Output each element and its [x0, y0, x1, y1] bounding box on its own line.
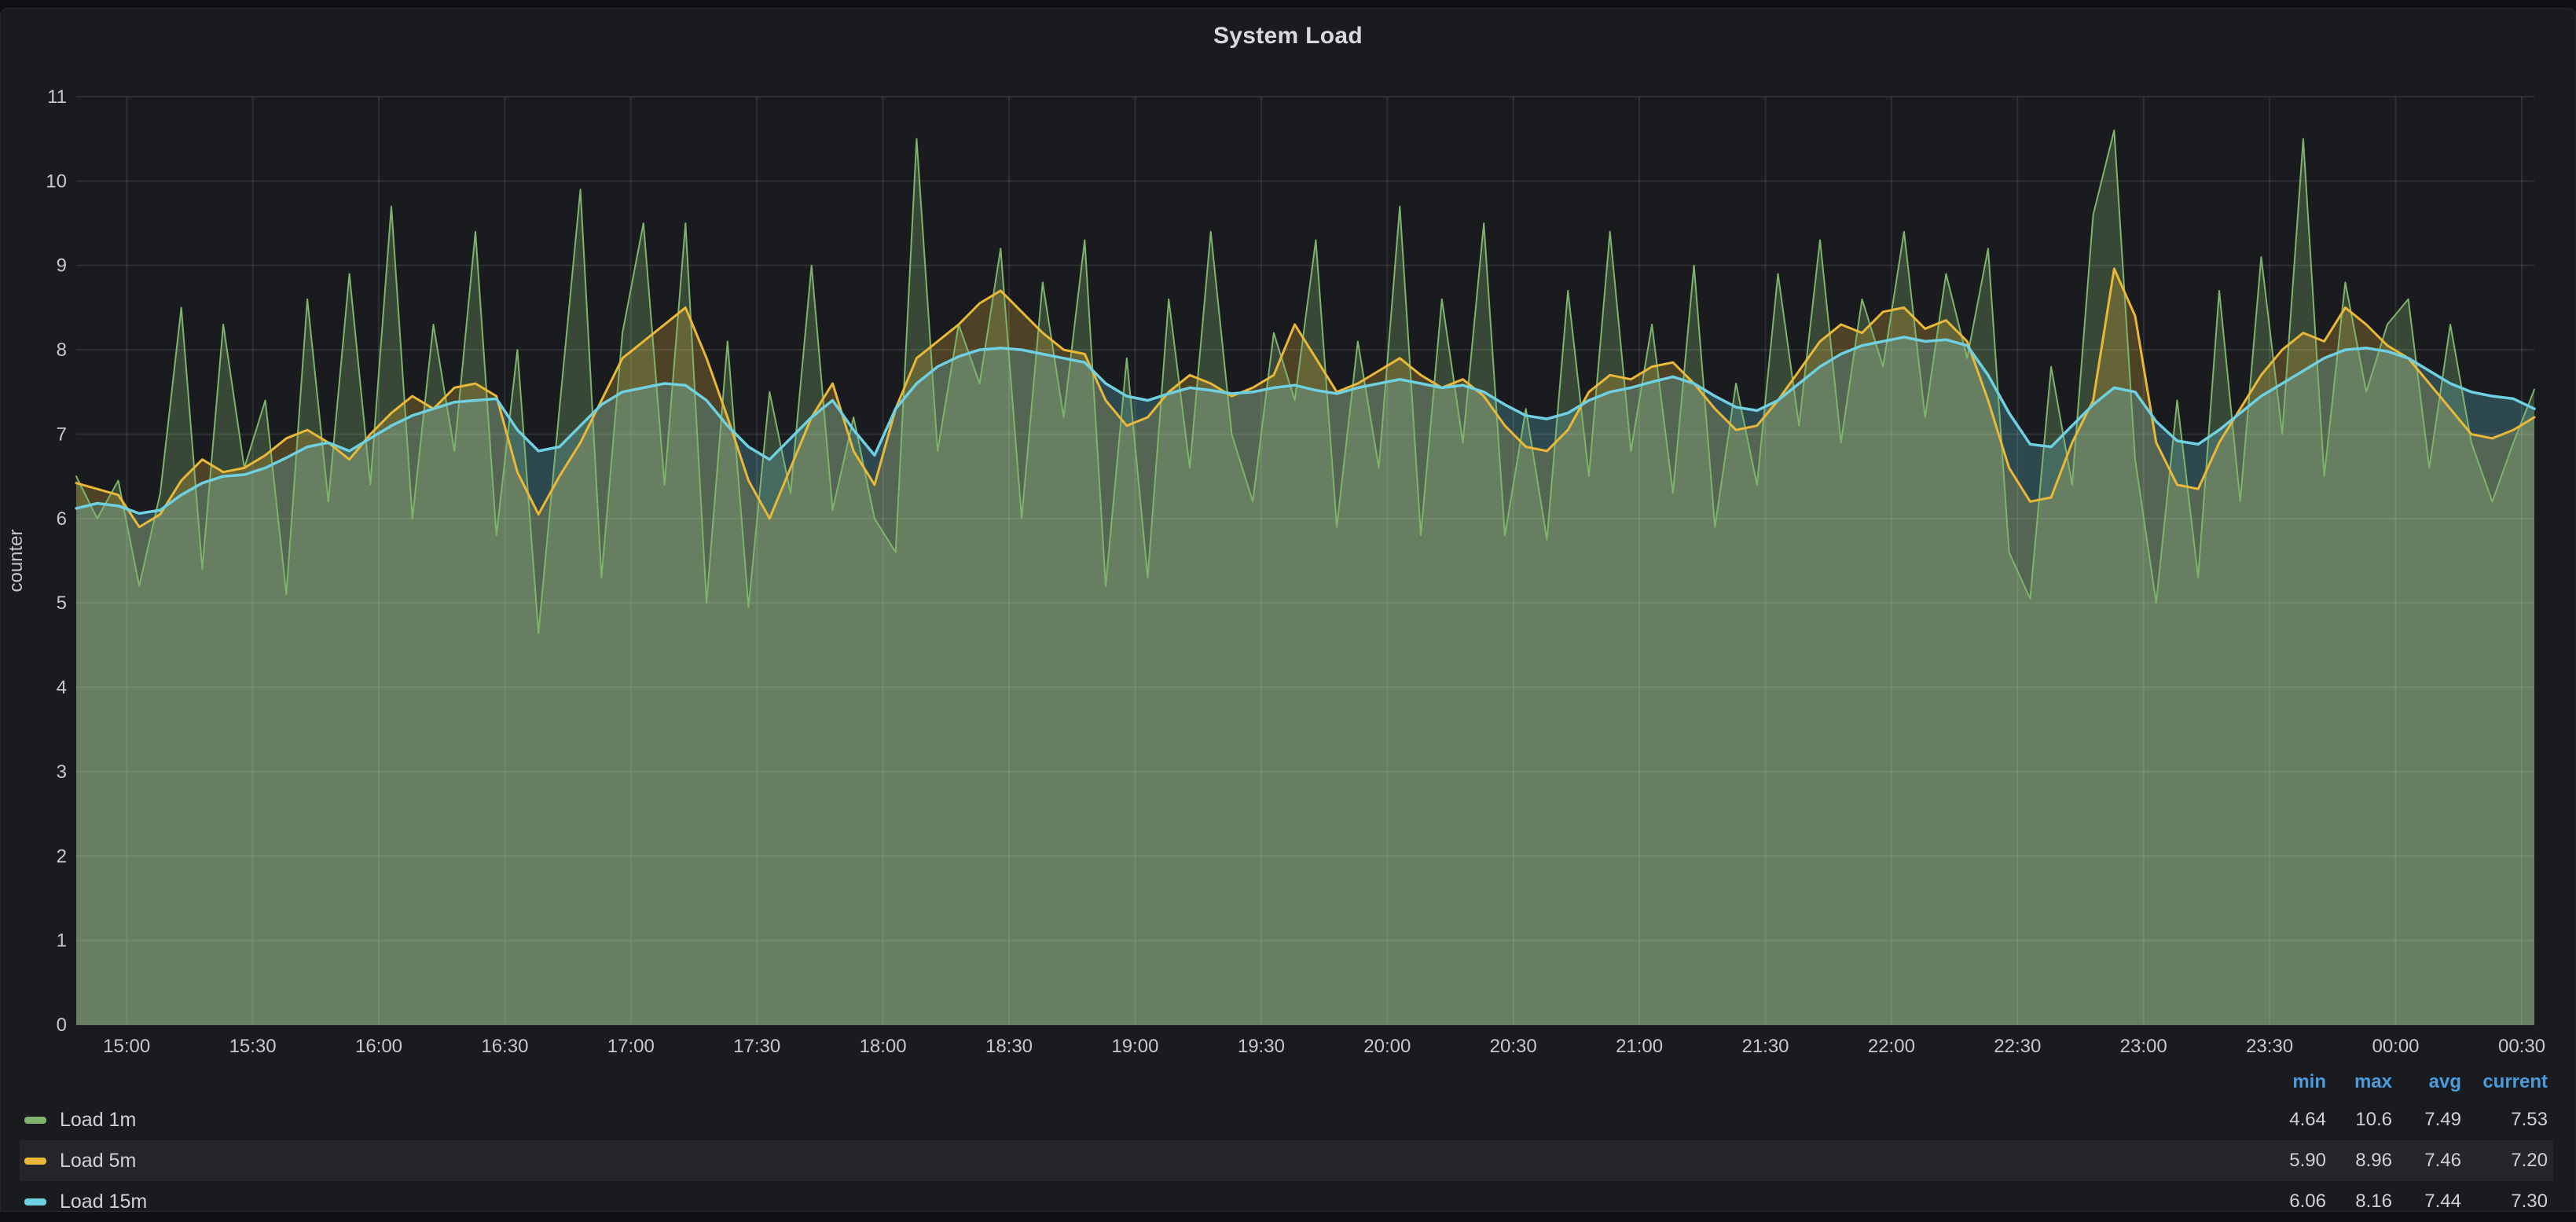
x-tick-label-21-00: 21:00: [1616, 1036, 1663, 1057]
y-tick-label-0: 0: [57, 1015, 67, 1036]
x-tick-label-15-30: 15:30: [229, 1036, 277, 1057]
legend-col-min[interactable]: min: [2260, 1071, 2326, 1093]
y-tick-label-1: 1: [57, 930, 67, 952]
y-tick-label-10: 10: [46, 171, 67, 192]
legend-label: Load 5m: [60, 1150, 136, 1172]
x-tick-label-17-30: 17:30: [733, 1036, 780, 1057]
legend-value-max: 10.6: [2326, 1109, 2392, 1131]
legend-col-avg[interactable]: avg: [2392, 1071, 2461, 1093]
legend-value-current: 7.53: [2461, 1109, 2548, 1131]
x-tick-label-19-00: 19:00: [1111, 1036, 1158, 1057]
legend-value-avg: 7.49: [2392, 1109, 2461, 1131]
x-tick-label-16-00: 16:00: [355, 1036, 402, 1057]
x-tick-label-15-00: 15:00: [103, 1036, 150, 1057]
y-tick-label-6: 6: [57, 508, 67, 530]
legend-row-load-15m: Load 15m 6.068.167.447.30: [20, 1181, 2553, 1222]
x-tick-label-18-00: 18:00: [860, 1036, 907, 1057]
legend-row-load-5m: Load 5m 5.908.967.467.20: [20, 1140, 2553, 1181]
legend-swatch-load-5m: [24, 1158, 46, 1165]
x-tick-label-22-30: 22:30: [1994, 1036, 2041, 1057]
legend-col-current[interactable]: current: [2461, 1071, 2548, 1093]
y-tick-label-5: 5: [57, 593, 67, 614]
y-tick-label-4: 4: [57, 677, 67, 699]
legend-value-current: 7.20: [2461, 1150, 2548, 1172]
x-tick-label-16-30: 16:30: [481, 1036, 528, 1057]
x-tick-label-19-30: 19:30: [1238, 1036, 1285, 1057]
x-tick-label-20-00: 20:00: [1363, 1036, 1411, 1057]
x-tick-label-21-30: 21:30: [1741, 1036, 1789, 1057]
legend-value-min: 6.06: [2260, 1191, 2326, 1213]
legend-value-max: 8.16: [2326, 1191, 2392, 1213]
y-axis-title: counter: [6, 529, 27, 592]
legend-value-max: 8.96: [2326, 1150, 2392, 1172]
legend-value-current: 7.30: [2461, 1191, 2548, 1213]
x-tick-label-23-30: 23:30: [2246, 1036, 2293, 1057]
legend-row-load-1m: Load 1m 4.6410.67.497.53: [20, 1099, 2553, 1140]
y-tick-label-11: 11: [47, 86, 67, 108]
y-tick-label-9: 9: [57, 255, 67, 277]
legend-series-toggle-load-1m[interactable]: Load 1m: [24, 1109, 2260, 1132]
legend-label: Load 15m: [60, 1191, 147, 1213]
x-tick-label-20-30: 20:30: [1490, 1036, 1537, 1057]
legend-swatch-load-15m: [24, 1198, 46, 1205]
legend: minmaxavgcurrentLoad 1m4.6410.67.497.53L…: [1, 1065, 2575, 1222]
y-tick-label-7: 7: [57, 424, 67, 446]
x-tick-label-18-30: 18:30: [985, 1036, 1033, 1057]
graph-panel: System Load 0123456789101115:0015:3016:0…: [0, 8, 2576, 1212]
x-tick-label-17-00: 17:00: [607, 1036, 655, 1057]
legend-value-avg: 7.44: [2392, 1191, 2461, 1213]
y-tick-label-8: 8: [57, 339, 67, 361]
legend-series-toggle-load-15m[interactable]: Load 15m: [24, 1191, 2260, 1213]
legend-value-min: 4.64: [2260, 1109, 2326, 1131]
legend-value-avg: 7.46: [2392, 1150, 2461, 1172]
y-tick-label-2: 2: [57, 846, 67, 867]
legend-header-row: minmaxavgcurrent: [20, 1065, 2553, 1099]
chart: 0 1 2 3 4 5 6 7 8 9 10 11 15:00 15:30 16:00 16:30 17:00 1…: [1, 9, 2576, 1220]
legend-label: Load 1m: [60, 1109, 136, 1132]
x-tick-label-22-00: 22:00: [1868, 1036, 1915, 1057]
y-tick-label-3: 3: [57, 761, 67, 783]
x-tick-label-00-00: 00:00: [2372, 1036, 2419, 1057]
x-tick-label-23-00: 23:00: [2120, 1036, 2167, 1057]
x-tick-label-00-30: 00:30: [2498, 1036, 2545, 1057]
legend-series-toggle-load-5m[interactable]: Load 5m: [24, 1150, 2260, 1172]
legend-value-min: 5.90: [2260, 1150, 2326, 1172]
chart-plot-area[interactable]: [76, 97, 2534, 1025]
legend-col-max[interactable]: max: [2326, 1071, 2392, 1093]
legend-swatch-load-1m: [24, 1117, 46, 1124]
